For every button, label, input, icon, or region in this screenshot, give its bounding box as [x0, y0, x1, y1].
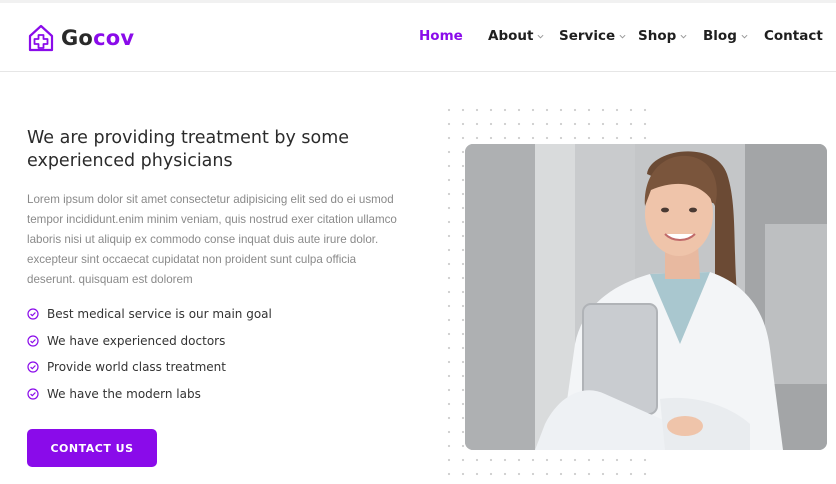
chevron-down-icon — [537, 34, 544, 39]
feature-item: We have experienced doctors — [27, 328, 272, 355]
nav-item-service[interactable]: Service — [559, 28, 626, 44]
check-circle-icon — [27, 361, 39, 373]
feature-item: Best medical service is our main goal — [27, 301, 272, 328]
check-circle-icon — [27, 308, 39, 320]
chevron-down-icon — [619, 34, 626, 39]
hero-paragraph: Lorem ipsum dolor sit amet consectetur a… — [27, 193, 397, 286]
doctor-photo — [465, 144, 827, 450]
feature-item: Provide world class treatment — [27, 354, 272, 381]
brand-name: Gocov — [61, 26, 135, 50]
chevron-down-icon — [741, 34, 748, 39]
feature-text: Best medical service is our main goal — [47, 307, 272, 322]
feature-item: We have the modern labs — [27, 381, 272, 408]
feature-text: Provide world class treatment — [47, 360, 226, 375]
chevron-down-icon — [680, 34, 687, 39]
check-circle-icon — [27, 388, 39, 400]
house-medical-icon — [28, 24, 54, 52]
nav-item-shop[interactable]: Shop — [638, 28, 687, 44]
feature-text: We have experienced doctors — [47, 333, 226, 348]
doctor-illustration — [465, 144, 827, 450]
nav-item-blog[interactable]: Blog — [703, 28, 748, 44]
check-circle-icon — [27, 335, 39, 347]
nav-item-home[interactable]: Home — [419, 28, 463, 44]
contact-us-button[interactable]: CONTACT US — [27, 429, 157, 467]
nav-item-about[interactable]: About — [488, 28, 544, 44]
brand-logo[interactable]: Gocov — [27, 23, 134, 53]
feature-list: Best medical service is our main goal We… — [27, 301, 272, 407]
nav-item-contact[interactable]: Contact — [764, 28, 823, 44]
site-header: Gocov Home About Service Shop Blog Conta… — [0, 0, 836, 72]
feature-text: We have the modern labs — [47, 386, 201, 401]
hero-headline: We are providing treatment by some exper… — [27, 128, 350, 171]
